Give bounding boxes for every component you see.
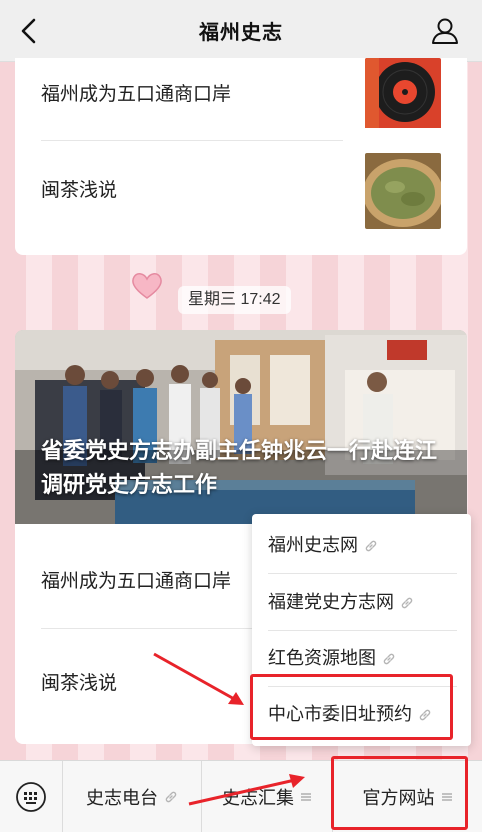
menu-shizhi-radio[interactable]: 史志电台 (63, 761, 201, 832)
list-item[interactable]: 福州成为五口通商口岸 (15, 58, 467, 138)
menu-label: 史志电台 (86, 788, 158, 808)
heart-icon (132, 273, 162, 299)
tea-thumbnail (365, 153, 441, 229)
keyboard-toggle-button[interactable] (0, 761, 62, 832)
link-icon (383, 654, 395, 665)
back-arrow-icon[interactable] (16, 16, 42, 46)
menu-item-fuzhou-shizhi-site[interactable]: 福州史志网 (252, 517, 471, 573)
article-headline: 省委党史方志办副主任钟兆云一行赴连江调研党史方志工作 (41, 438, 438, 497)
top-nav-bar: 福州史志 (0, 0, 482, 62)
keyboard-icon (16, 782, 46, 812)
article-title: 闽茶浅说 (41, 180, 118, 201)
highlight-box-official-site (331, 756, 468, 830)
record-thumbnail (365, 58, 441, 134)
link-icon (165, 791, 177, 803)
article-title: 福州成为五口通商口岸 (41, 84, 232, 105)
cover-photo[interactable]: 省委党史方志办副主任钟兆云一行赴连江调研党史方志工作 (15, 330, 467, 524)
menu-item-label: 福州史志网 (268, 535, 358, 555)
message-timestamp: 星期三 17:42 (178, 286, 291, 314)
divider (41, 140, 343, 141)
menu-item-fujian-dangshi-site[interactable]: 福建党史方志网 (252, 574, 471, 630)
menu-item-label: 红色资源地图 (268, 648, 376, 668)
link-icon (365, 541, 377, 552)
annotation-arrow-icon (188, 774, 305, 806)
annotation-arrow-icon (153, 652, 244, 705)
article-title: 闽茶浅说 (41, 673, 118, 694)
article-card-previous: 福州成为五口通商口岸 闽茶浅说 (15, 58, 467, 255)
page-title: 福州史志 (199, 22, 283, 44)
profile-icon[interactable] (430, 16, 460, 46)
list-item[interactable]: 闽茶浅说 (15, 153, 467, 233)
link-icon (401, 598, 413, 609)
article-title: 福州成为五口通商口岸 (41, 571, 232, 592)
menu-item-label: 福建党史方志网 (268, 592, 394, 612)
highlight-box-booking (250, 674, 453, 740)
